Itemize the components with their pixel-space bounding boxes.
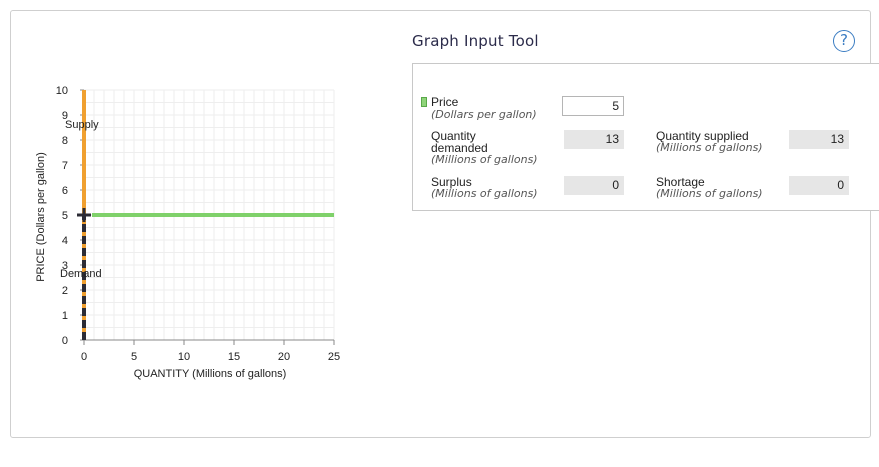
x-tick-label: 5: [131, 351, 137, 363]
price-unit: (Dollars per gallon): [431, 108, 537, 121]
quantity-supplied-value: 13: [789, 130, 849, 149]
y-tick-label: 7: [62, 160, 68, 172]
y-tick-label: 2: [62, 285, 68, 297]
price-label: Price: [431, 95, 459, 109]
y-tick-label: 10: [56, 85, 68, 97]
axes: [80, 89, 335, 345]
shortage-value: 0: [789, 176, 849, 195]
x-tick-label: 0: [81, 351, 87, 363]
y-tick-label: 4: [62, 235, 68, 247]
x-tick-label: 20: [278, 351, 290, 363]
shortage-unit: (Millions of gallons): [656, 187, 763, 200]
supply-curve-label: Supply: [65, 119, 99, 131]
surplus-value: 0: [564, 176, 624, 195]
x-tick-label: 25: [328, 351, 340, 363]
question-circle-icon[interactable]: ?: [833, 30, 855, 52]
x-axis-label: QUANTITY (Millions of gallons): [134, 368, 287, 380]
quantity-demanded-unit: (Millions of gallons): [431, 153, 538, 166]
x-tick-label: 15: [228, 351, 240, 363]
price-input[interactable]: [562, 96, 624, 116]
quantity-supplied-unit: (Millions of gallons): [656, 141, 763, 154]
y-tick-label: 6: [62, 185, 68, 197]
y-tick-label: 0: [62, 335, 68, 347]
graph-input-tool-title: Graph Input Tool: [412, 32, 539, 50]
y-tick-label: 5: [62, 210, 68, 222]
surplus-unit: (Millions of gallons): [431, 187, 538, 200]
price-line-swatch: [421, 97, 427, 107]
y-tick-label: 8: [62, 135, 68, 147]
quantity-demanded-value: 13: [564, 130, 624, 149]
y-tick-label: 1: [62, 310, 68, 322]
y-axis-label: PRICE (Dollars per gallon): [35, 152, 47, 282]
x-tick-label: 10: [178, 351, 190, 363]
demand-curve-label: Demand: [60, 268, 102, 280]
